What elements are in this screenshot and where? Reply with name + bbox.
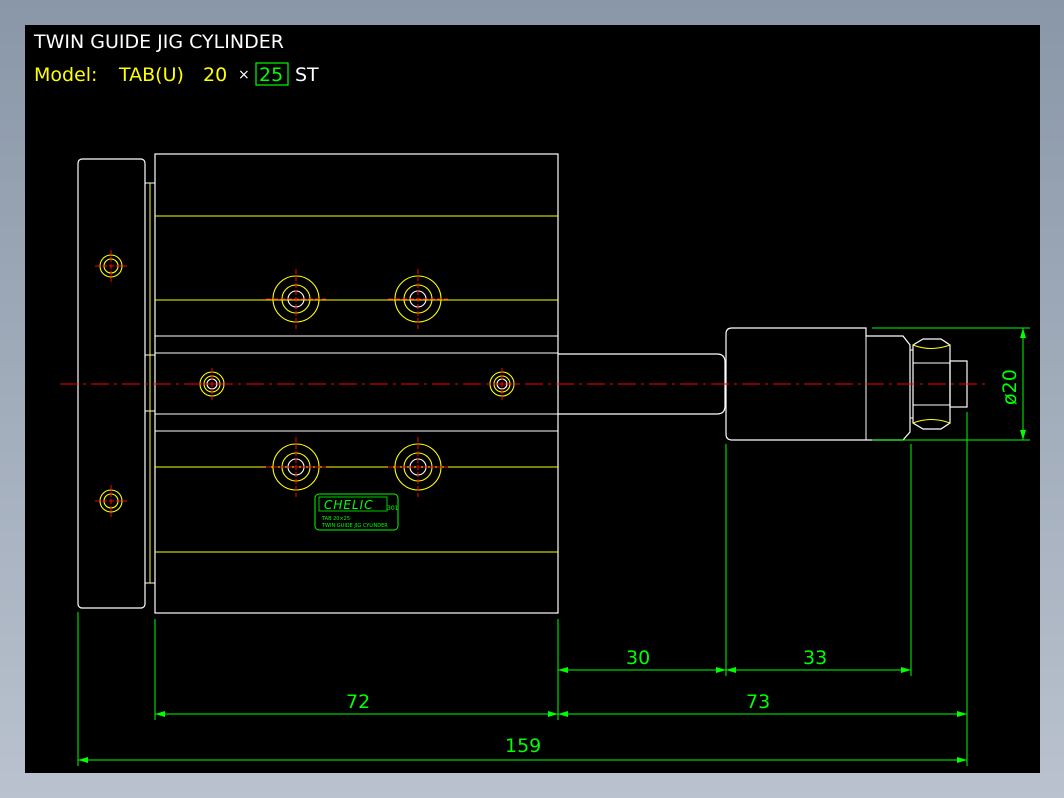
model-series: TAB(U) xyxy=(118,64,184,86)
body-hole-lower-left xyxy=(266,437,326,497)
drawing-title: TWIN GUIDE JIG CYLINDER xyxy=(33,31,284,53)
nameplate-model: TAB 20×25 xyxy=(321,516,350,522)
nameplate: CHELIC 301 TAB 20×25 TWIN GUIDE JIG CYLI… xyxy=(314,493,399,531)
rod-hole-right xyxy=(486,368,518,400)
dimension-30: 30 xyxy=(626,647,650,669)
dimension-72: 72 xyxy=(346,691,370,713)
body-hole-upper-right xyxy=(388,269,448,329)
body-hole-lower-right xyxy=(388,437,448,497)
plate-hole-top xyxy=(95,250,127,282)
model-bore: 20 xyxy=(203,64,227,86)
dimension-dia20: ø20 xyxy=(999,369,1021,405)
dimension-73: 73 xyxy=(746,691,770,713)
dimension-159: 159 xyxy=(505,735,541,757)
model-stroke: 25 xyxy=(259,64,283,86)
model-suffix: ST xyxy=(295,64,319,86)
dimension-33: 33 xyxy=(803,647,827,669)
dimension-lines xyxy=(77,327,1030,766)
cad-drawing: TWIN GUIDE JIG CYLINDER Model: TAB(U) 20… xyxy=(33,31,1030,766)
body-hole-upper-left xyxy=(266,269,326,329)
plate-hole-bottom xyxy=(95,485,127,517)
model-times: × xyxy=(238,67,250,83)
nameplate-brand-mark: 301 xyxy=(387,505,399,512)
model-label: Model: xyxy=(34,64,97,86)
nameplate-name: TWIN GUIDE JIG CYLINDER xyxy=(321,523,388,529)
nameplate-brand: CHELIC xyxy=(324,498,374,512)
